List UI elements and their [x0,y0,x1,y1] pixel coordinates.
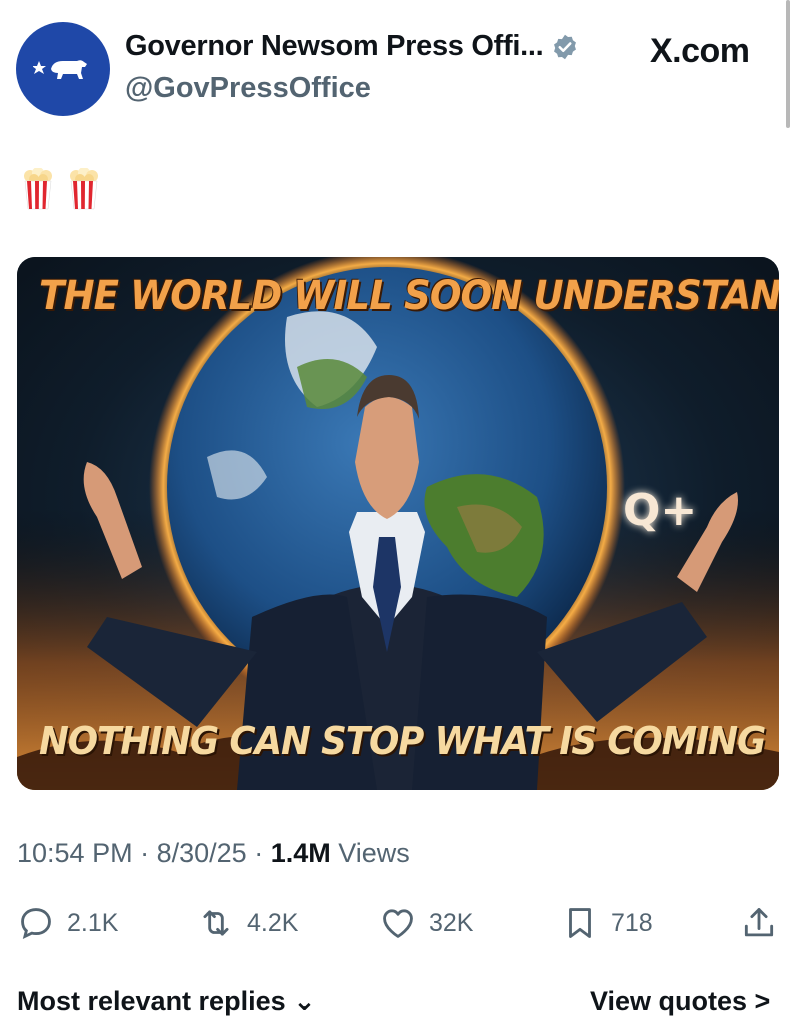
bookmark-icon [569,908,591,938]
views-count: 1.4M [270,838,331,868]
share-icon [744,908,774,937]
post-text [22,168,100,210]
like-count: 32K [429,908,474,937]
verified-badge-icon[interactable] [551,33,579,61]
repost-count: 4.2K [247,908,299,937]
popcorn-icon [24,168,52,210]
like-button[interactable]: 32K [379,898,473,948]
action-bar: 2.1K 4.2K 32K 718 [0,898,796,948]
repost-button[interactable]: 4.2K [197,898,298,948]
image-overlay-text: Q+ [623,485,698,536]
bookmark-button[interactable]: 718 [561,898,653,948]
display-name[interactable]: Governor Newsom Press Offi... [125,30,544,63]
bookmark-count: 718 [611,908,653,937]
image-caption-top: THE WORLD WILL SOON UNDERSTAND [39,273,779,319]
post-time[interactable]: 10:54 PM [17,838,133,868]
reply-icon [21,908,51,940]
repost-icon [203,910,229,936]
bear-flag-icon [33,60,87,79]
image-caption-bottom: NOTHING CAN STOP WHAT IS COMING [39,719,766,763]
post-date[interactable]: 8/30/25 [157,838,247,868]
views-label: Views [338,838,410,868]
separator-dot: · [254,838,271,868]
post-metadata: 10:54 PM · 8/30/25 · 1.4M Views [17,838,410,869]
reply-button[interactable]: 2.1K [17,898,118,948]
post-header: Governor Newsom Press Offi... @GovPressO… [0,0,796,140]
reply-count: 2.1K [67,908,119,937]
view-quotes-link[interactable]: View quotes > [590,986,770,1017]
user-handle[interactable]: @GovPressOffice [125,72,371,105]
post-image[interactable]: THE WORLD WILL SOON UNDERSTAND Q+ NOTHIN… [17,257,779,790]
separator-dot: · [140,838,157,868]
popcorn-icon [70,168,98,210]
like-icon [383,909,413,938]
avatar[interactable] [16,22,110,116]
replies-sort-dropdown[interactable]: Most relevant replies ⌄ [17,986,316,1017]
site-label: X.com [650,32,750,70]
scrollbar[interactable] [786,0,790,128]
share-button[interactable] [740,898,778,948]
